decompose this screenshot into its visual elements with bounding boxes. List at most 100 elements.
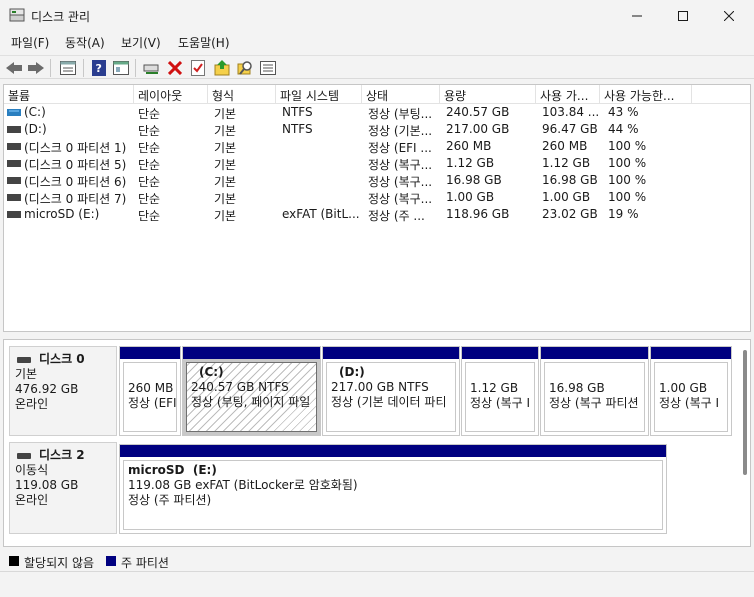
column-volume[interactable]: 볼륨	[4, 85, 134, 104]
column-layout[interactable]: 레이아웃	[134, 85, 208, 104]
graph-scrollbar[interactable]	[743, 350, 747, 475]
volume-type: 기본	[214, 141, 237, 155]
volume-capacity: 217.00 GB	[446, 122, 510, 136]
volume-row-partition-1[interactable]: (디스크 0 파티션 1) 단순 기본 정상 (EFI ... 260 MB 2…	[4, 138, 750, 155]
maximize-icon	[678, 11, 688, 21]
connect-disk-button[interactable]	[142, 58, 162, 78]
import-button[interactable]	[212, 58, 232, 78]
search-button[interactable]	[235, 58, 255, 78]
volume-type: 기본	[214, 158, 237, 172]
column-free-space[interactable]: 사용 가...	[536, 85, 600, 104]
volume-type: 기본	[214, 192, 237, 206]
volume-status: 정상 (복구...	[368, 175, 433, 189]
volume-capacity: 260 MB	[446, 139, 492, 153]
volume-status: 정상 (부팅...	[368, 107, 433, 121]
volume-fs: exFAT (BitL...	[282, 207, 360, 221]
check-button[interactable]	[188, 58, 208, 78]
list-view-button[interactable]	[58, 58, 78, 78]
column-status[interactable]: 상태	[362, 85, 440, 104]
volume-capacity: 118.96 GB	[446, 207, 510, 221]
disk-2-size: 119.08 GB	[15, 478, 79, 492]
partition-7[interactable]: 1.00 GB 정상 (복구 I	[650, 346, 732, 436]
volume-free: 1.00 GB	[542, 190, 591, 204]
volume-layout: 단순	[138, 175, 161, 189]
partition-d[interactable]: (D:) 217.00 GB NTFS 정상 (기본 데이터 파티	[322, 346, 460, 436]
volume-icon	[7, 194, 21, 201]
volume-name: (C:)	[24, 105, 46, 119]
maximize-button[interactable]	[660, 0, 706, 32]
volume-pct: 100 %	[608, 156, 647, 170]
partition-size: 240.57 GB NTFS	[191, 380, 289, 394]
disk-2-label[interactable]: 디스크 2 이동식 119.08 GB 온라인	[9, 442, 117, 534]
forward-button[interactable]	[26, 58, 46, 78]
volume-row-c[interactable]: (C:) 단순 기본 NTFS 정상 (부팅... 240.57 GB 103.…	[4, 104, 750, 121]
volume-type: 기본	[214, 124, 237, 138]
settings-list-button[interactable]	[258, 58, 278, 78]
volume-status: 정상 (복구...	[368, 192, 433, 206]
volume-type: 기본	[214, 175, 237, 189]
column-capacity[interactable]: 용량	[440, 85, 536, 104]
partition-c[interactable]: (C:) 240.57 GB NTFS 정상 (부팅, 페이지 파일	[182, 346, 321, 436]
back-button[interactable]	[4, 58, 24, 78]
partition-body: 260 MB 정상 (EFI	[123, 362, 177, 432]
volume-free: 1.12 GB	[542, 156, 591, 170]
partition-status: 정상 (복구 I	[659, 396, 720, 410]
partition-body: microSD (E:) 119.08 GB exFAT (BitLocker로…	[123, 460, 663, 530]
properties-button[interactable]	[111, 58, 131, 78]
disk-0-label[interactable]: 디스크 0 기본 476.92 GB 온라인	[9, 346, 117, 436]
volume-row-d[interactable]: (D:) 단순 기본 NTFS 정상 (기본... 217.00 GB 96.4…	[4, 121, 750, 138]
partition-microsd[interactable]: microSD (E:) 119.08 GB exFAT (BitLocker로…	[119, 444, 667, 534]
help-button[interactable]: ?	[89, 58, 109, 78]
close-button[interactable]	[706, 0, 752, 32]
volume-pct: 100 %	[608, 139, 647, 153]
delete-button[interactable]	[165, 58, 185, 78]
volume-icon	[7, 143, 21, 150]
menu-action[interactable]: 동작(A)	[65, 34, 105, 51]
volume-row-partition-5[interactable]: (디스크 0 파티션 5) 단순 기본 정상 (복구... 1.12 GB 1.…	[4, 155, 750, 172]
volume-row-microsd[interactable]: microSD (E:) 단순 기본 exFAT (BitL... 정상 (주 …	[4, 206, 750, 223]
partition-6[interactable]: 16.98 GB 정상 (복구 파티션	[540, 346, 649, 436]
partition-efi[interactable]: 260 MB 정상 (EFI	[119, 346, 181, 436]
volume-layout: 단순	[138, 209, 161, 223]
volume-row-partition-7[interactable]: (디스크 0 파티션 7) 단순 기본 정상 (복구... 1.00 GB 1.…	[4, 189, 750, 206]
disk-2-state: 온라인	[15, 493, 49, 507]
minimize-button[interactable]	[614, 0, 660, 32]
primary-partition-bar	[541, 347, 648, 359]
disk-2-kind: 이동식	[15, 463, 49, 477]
volume-free: 16.98 GB	[542, 173, 598, 187]
partition-body: (C:) 240.57 GB NTFS 정상 (부팅, 페이지 파일	[186, 362, 317, 432]
disk-0-title: 디스크 0	[39, 352, 85, 366]
volume-icon	[7, 211, 21, 218]
primary-partition-bar	[651, 347, 731, 359]
menu-view[interactable]: 보기(V)	[121, 34, 161, 51]
settings-list-icon	[260, 61, 276, 75]
forward-arrow-icon	[28, 62, 44, 74]
partition-size: 260 MB	[128, 381, 174, 395]
menu-help[interactable]: 도움말(H)	[178, 34, 230, 51]
partition-body: 1.12 GB 정상 (복구 I	[465, 362, 535, 432]
volume-name: microSD (E:)	[24, 207, 100, 221]
column-file-system[interactable]: 파일 시스템	[276, 85, 362, 104]
search-icon	[237, 61, 252, 75]
menu-file[interactable]: 파일(F)	[11, 34, 49, 51]
column-free-percent[interactable]: 사용 가능한...	[600, 85, 692, 104]
check-icon	[191, 60, 205, 76]
connect-disk-icon	[143, 64, 159, 74]
legend: 할당되지 않음 주 파티션	[0, 552, 754, 570]
volume-pct: 44 %	[608, 122, 639, 136]
volume-list[interactable]: 볼륨 레이아웃 형식 파일 시스템 상태 용량 사용 가... 사용 가능한..…	[3, 84, 751, 332]
disk-2-name: 디스크 2	[15, 448, 116, 463]
disk-graph-view[interactable]: 디스크 0 기본 476.92 GB 온라인 260 MB 정상 (EFI (C…	[3, 339, 751, 547]
disk-0-name: 디스크 0	[15, 352, 116, 367]
partition-status: 정상 (주 파티션)	[128, 493, 212, 507]
volume-row-partition-6[interactable]: (디스크 0 파티션 6) 단순 기본 정상 (복구... 16.98 GB 1…	[4, 172, 750, 189]
column-type[interactable]: 형식	[208, 85, 276, 104]
disk-2-title: 디스크 2	[39, 448, 85, 462]
partition-status: 정상 (복구 파티션	[549, 396, 639, 410]
partition-size: 217.00 GB NTFS	[331, 380, 429, 394]
partition-status: 정상 (기본 데이터 파티	[331, 395, 447, 409]
partition-title: (C:)	[199, 365, 224, 379]
volume-layout: 단순	[138, 192, 161, 206]
volume-free: 260 MB	[542, 139, 588, 153]
partition-5[interactable]: 1.12 GB 정상 (복구 I	[461, 346, 539, 436]
